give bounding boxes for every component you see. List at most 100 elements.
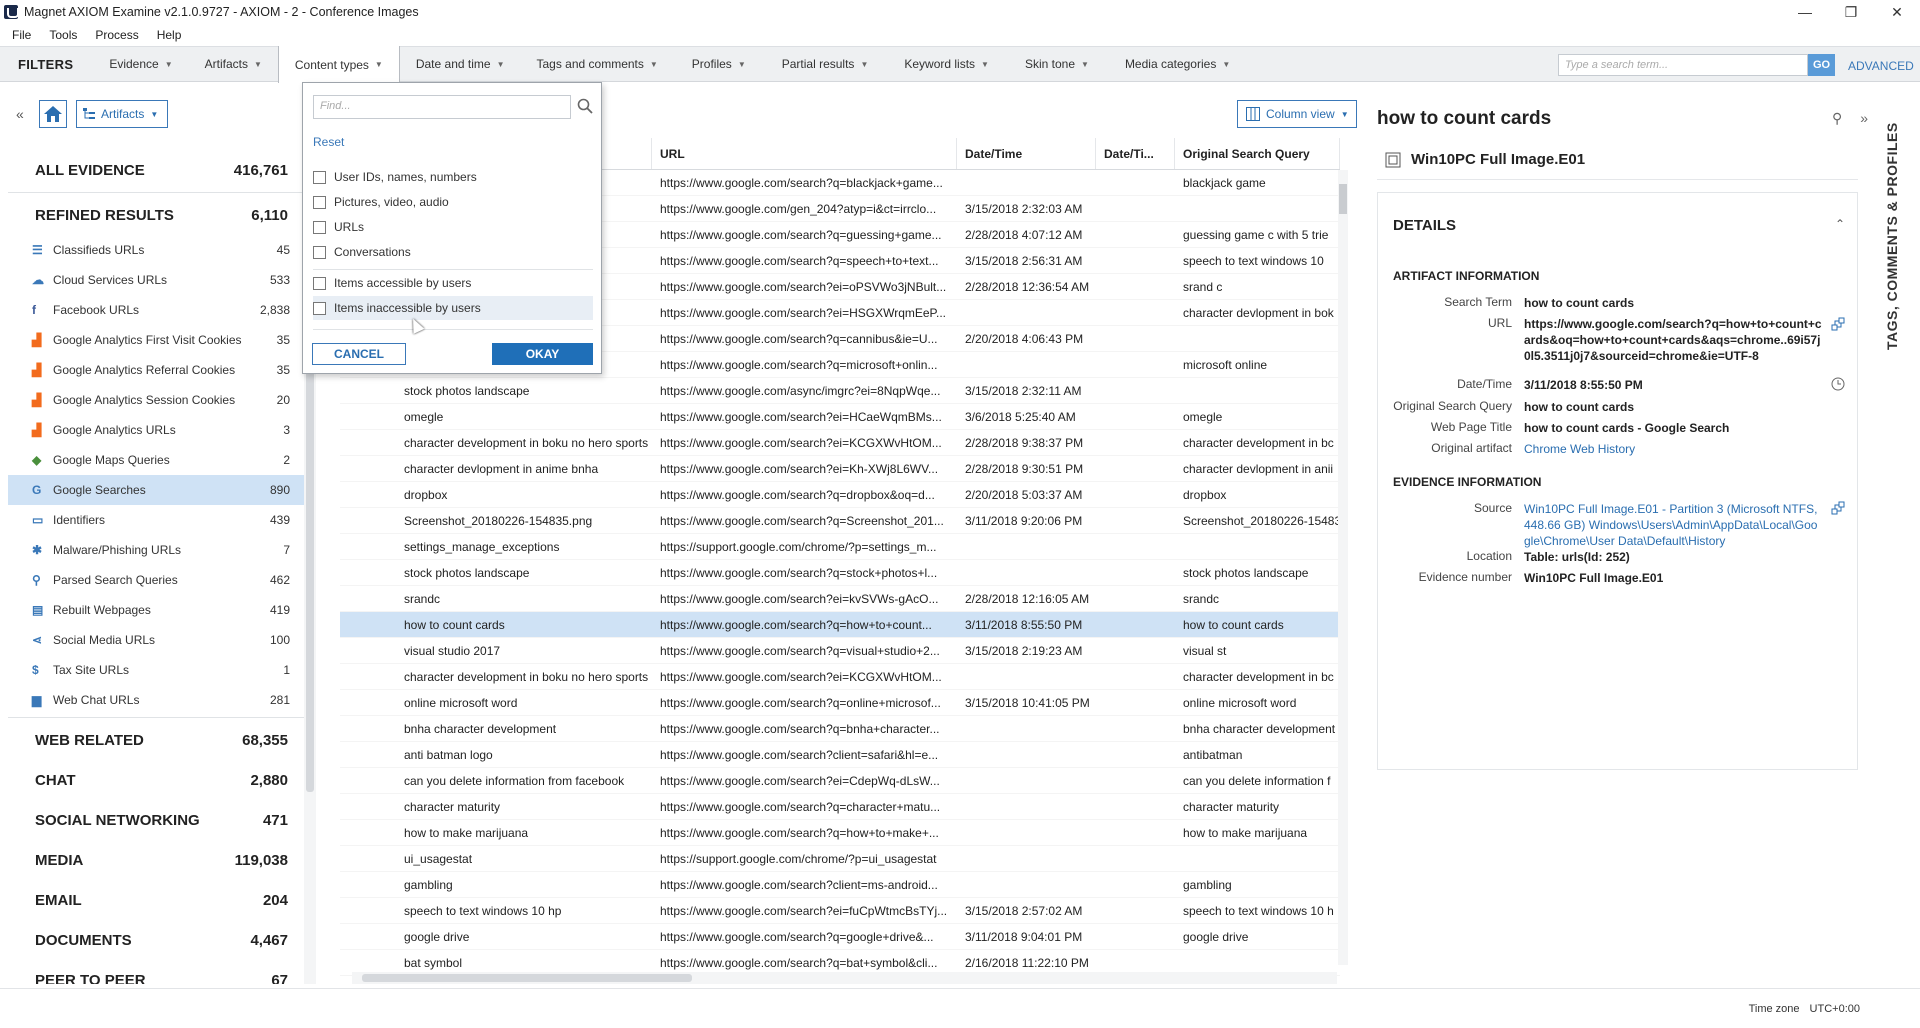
sidebar-item[interactable]: $ Tax Site URLs 1 <box>8 655 304 685</box>
search-icon[interactable] <box>577 98 593 114</box>
checkbox[interactable] <box>313 220 326 234</box>
sidebar-category[interactable]: MEDIA 119,038 <box>8 840 304 880</box>
option-inaccessible-by-users[interactable]: Items inaccessible by users <box>313 296 593 320</box>
table-row[interactable]: visual studio 2017 https://www.google.com… <box>340 638 1340 664</box>
sidebar-item[interactable]: ▟ Google Analytics URLs 3 <box>8 415 304 445</box>
table-row[interactable]: omegle https://www.google.com/search?ei=H… <box>340 404 1340 430</box>
table-row[interactable]: stock photos landscape https://www.google… <box>340 378 1340 404</box>
refined-results-item[interactable]: REFINED RESULTS 6,110 <box>8 195 304 235</box>
all-evidence-item[interactable]: ALL EVIDENCE 416,761 <box>8 150 304 190</box>
table-row[interactable]: online microsoft word https://www.google.… <box>340 690 1340 716</box>
sidebar-item[interactable]: ⚲ Parsed Search Queries 462 <box>8 565 304 595</box>
sidebar-category[interactable]: SOCIAL NETWORKING 471 <box>8 800 304 840</box>
sidebar-item[interactable]: G Google Searches 890 <box>8 475 304 505</box>
sidebar-item[interactable]: ⋖ Social Media URLs 100 <box>8 625 304 655</box>
okay-button[interactable]: OKAY <box>492 343 593 365</box>
open-link-icon[interactable] <box>1831 501 1845 515</box>
column-view-button[interactable]: Column view ▼ <box>1237 100 1357 128</box>
sidebar-item[interactable]: ◆ Google Maps Queries 2 <box>8 445 304 475</box>
menu-tools[interactable]: Tools <box>49 28 77 42</box>
close-button[interactable]: ✕ <box>1874 0 1920 24</box>
option-conversations[interactable]: Conversations <box>313 240 593 264</box>
filter-profiles[interactable]: Profiles ▼ <box>674 46 764 82</box>
checkbox[interactable] <box>313 170 326 184</box>
table-row[interactable]: bnha character development https://www.go… <box>340 716 1340 742</box>
filter-date-time[interactable]: Date and time ▼ <box>400 46 521 82</box>
sidebar-item[interactable]: ☰ Classifieds URLs 45 <box>8 235 304 265</box>
filter-partial-results[interactable]: Partial results ▼ <box>764 46 887 82</box>
checkbox[interactable] <box>313 245 326 259</box>
table-row[interactable]: can you delete information from facebook… <box>340 768 1340 794</box>
sidebar-category[interactable]: EMAIL 204 <box>8 880 304 920</box>
search-input[interactable]: Type a search term... <box>1558 54 1808 76</box>
menu-file[interactable]: File <box>12 28 31 42</box>
table-row[interactable]: ui_usagestat https://support.google.com/c… <box>340 846 1340 872</box>
clock-icon[interactable] <box>1831 377 1845 391</box>
sidebar-item[interactable]: ✱ Malware/Phishing URLs 7 <box>8 535 304 565</box>
home-button[interactable] <box>39 100 67 128</box>
table-row[interactable]: stock photos landscape https://www.google… <box>340 560 1340 586</box>
grid-horizontal-scrollbar[interactable] <box>352 972 1337 984</box>
table-row[interactable]: character development in boku no hero sp… <box>340 430 1340 456</box>
table-row[interactable]: srandc https://www.google.com/search?ei=k… <box>340 586 1340 612</box>
sidebar-item[interactable]: ▟ Google Analytics Session Cookies 20 <box>8 385 304 415</box>
open-link-icon[interactable] <box>1831 317 1845 331</box>
menu-process[interactable]: Process <box>95 28 138 42</box>
option-accessible-by-users[interactable]: Items accessible by users <box>313 271 593 295</box>
table-row[interactable]: anti batman logo https://www.google.com/s… <box>340 742 1340 768</box>
table-row[interactable]: character devlopment in anime bnha https:… <box>340 456 1340 482</box>
table-row[interactable]: speech to text windows 10 hp https://www.… <box>340 898 1340 924</box>
filter-skin-tone[interactable]: Skin tone ▼ <box>1007 46 1107 82</box>
column-header-datetime-2[interactable]: Date/Ti... <box>1096 138 1175 169</box>
column-header-datetime[interactable]: Date/Time <box>957 138 1096 169</box>
collapse-panel-icon[interactable]: « <box>16 106 24 122</box>
sidebar-item[interactable]: ▤ Rebuilt Webpages 419 <box>8 595 304 625</box>
filter-content-types[interactable]: Content types ▼ <box>277 46 400 83</box>
option-urls[interactable]: URLs <box>313 215 593 239</box>
sidebar-category[interactable]: WEB RELATED 68,355 <box>8 720 304 760</box>
filter-evidence[interactable]: Evidence ▼ <box>93 46 188 82</box>
artifacts-view-selector[interactable]: Artifacts ▼ <box>76 100 168 128</box>
go-button[interactable]: GO <box>1808 54 1835 76</box>
sidebar-category[interactable]: DOCUMENTS 4,467 <box>8 920 304 960</box>
checkbox[interactable] <box>313 195 326 209</box>
sidebar-item[interactable]: ▆ Web Chat URLs 281 <box>8 685 304 715</box>
pin-icon[interactable]: ⚲ <box>1832 110 1842 127</box>
grid-vertical-scrollbar[interactable] <box>1338 170 1348 965</box>
reset-link[interactable]: Reset <box>313 135 344 149</box>
maximize-button[interactable]: ❐ <box>1828 0 1874 24</box>
sidebar-category[interactable]: CHAT 2,880 <box>8 760 304 800</box>
table-row[interactable]: dropbox https://www.google.com/search?q=d… <box>340 482 1340 508</box>
checkbox[interactable] <box>313 276 326 290</box>
table-row[interactable]: Screenshot_20180226-154835.png https://ww… <box>340 508 1340 534</box>
sidebar-item[interactable]: ▭ Identifiers 439 <box>8 505 304 535</box>
option-pictures-video-audio[interactable]: Pictures, video, audio <box>313 190 593 214</box>
table-row[interactable]: google drive https://www.google.com/searc… <box>340 924 1340 950</box>
filter-media-categories[interactable]: Media categories ▼ <box>1107 46 1248 82</box>
table-row[interactable]: how to count cards https://www.google.com… <box>340 612 1340 638</box>
table-row[interactable]: settings_manage_exceptions https://suppor… <box>340 534 1340 560</box>
sidebar-item[interactable]: ☁ Cloud Services URLs 533 <box>8 265 304 295</box>
menu-help[interactable]: Help <box>157 28 182 42</box>
sidebar-item[interactable]: ▟ Google Analytics Referral Cookies 35 <box>8 355 304 385</box>
column-header-original-query[interactable]: Original Search Query <box>1175 138 1340 169</box>
source-path-link[interactable]: Win10PC Full Image.E01 - Partition 3 (Mi… <box>1524 501 1824 549</box>
table-row[interactable]: gambling https://www.google.com/search?cl… <box>340 872 1340 898</box>
sidebar-item[interactable]: f Facebook URLs 2,838 <box>8 295 304 325</box>
table-row[interactable]: how to make marijuana https://www.google.… <box>340 820 1340 846</box>
collapse-up-icon[interactable]: ⌃ <box>1835 217 1845 231</box>
find-input[interactable]: Find... <box>313 95 571 119</box>
column-header-url[interactable]: URL <box>652 138 957 169</box>
tags-comments-profiles-strip[interactable]: TAGS, COMMENTS & PROFILES <box>1880 100 1910 980</box>
option-user-ids[interactable]: User IDs, names, numbers <box>313 165 593 189</box>
cancel-button[interactable]: CANCEL <box>312 343 406 365</box>
sidebar-item[interactable]: ▟ Google Analytics First Visit Cookies 35 <box>8 325 304 355</box>
filter-keyword-lists[interactable]: Keyword lists ▼ <box>886 46 1007 82</box>
expand-right-icon[interactable]: » <box>1860 110 1868 127</box>
checkbox[interactable] <box>313 301 326 315</box>
filter-tags-comments[interactable]: Tags and comments ▼ <box>520 46 673 82</box>
table-row[interactable]: character development in boku no hero sp… <box>340 664 1340 690</box>
advanced-link[interactable]: ADVANCED <box>1848 59 1914 73</box>
table-row[interactable]: character maturity https://www.google.com… <box>340 794 1340 820</box>
original-artifact-link[interactable]: Chrome Web History <box>1524 441 1824 457</box>
